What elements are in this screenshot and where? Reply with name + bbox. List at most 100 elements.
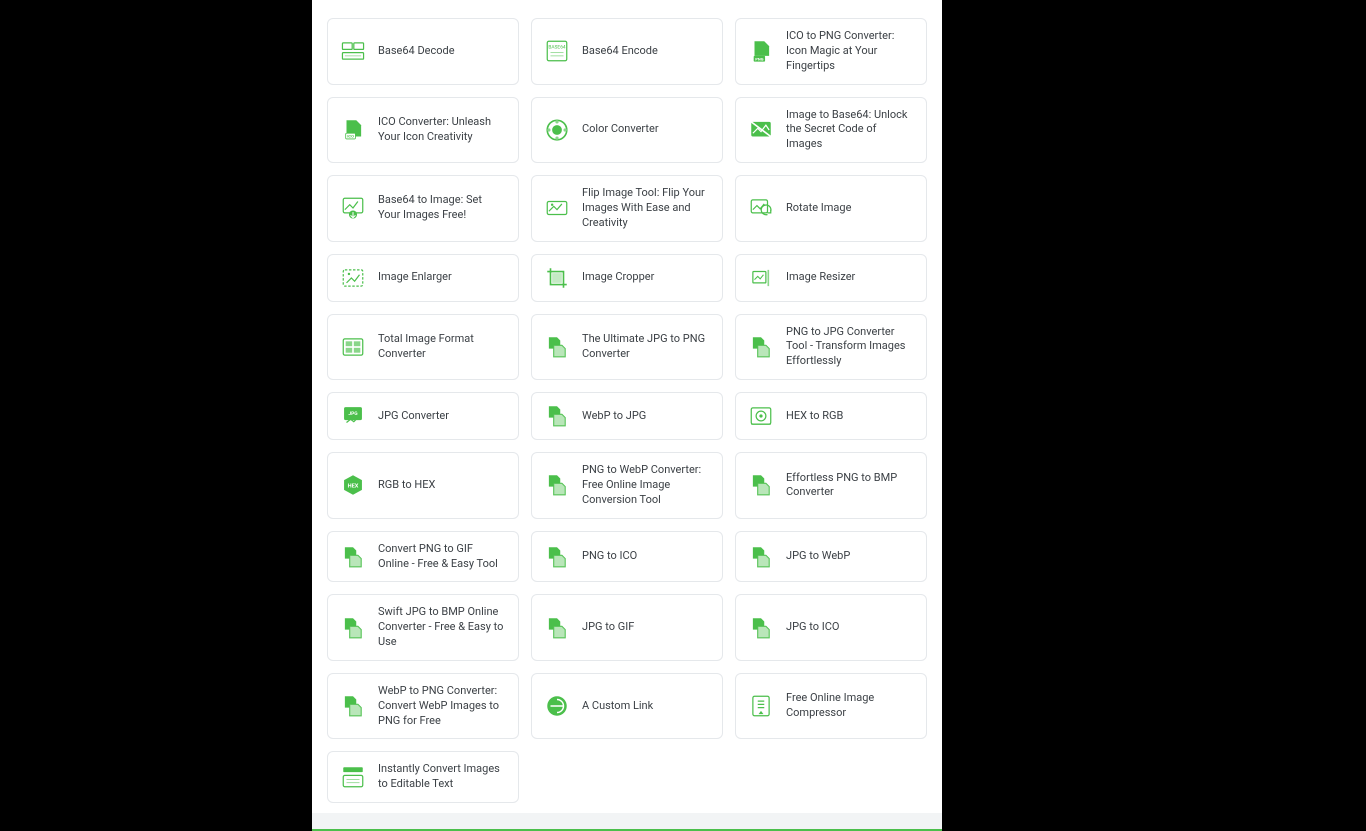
tool-card[interactable]: Base64 to Image: Set Your Images Free! xyxy=(327,175,519,242)
rotate-img-icon xyxy=(748,195,774,221)
tool-card[interactable]: HEX RGB to HEX xyxy=(327,452,519,519)
tools-grid: Base64 Decode BASE64 Base64 Encode PNG ICO t… xyxy=(327,18,927,803)
tool-label: Free Online Image Compressor xyxy=(786,691,914,721)
tool-label: Convert PNG to GIF Online - Free & Easy … xyxy=(378,542,506,572)
tool-label: JPG to GIF xyxy=(582,620,634,635)
tool-card[interactable]: Color Converter xyxy=(531,97,723,164)
tool-card[interactable]: Image to Base64: Unlock the Secret Code … xyxy=(735,97,927,164)
tool-card[interactable]: JPG to GIF xyxy=(531,594,723,661)
base64-img-icon xyxy=(340,195,366,221)
tool-label: ICO to PNG Converter: Icon Magic at Your… xyxy=(786,29,914,74)
tool-label: Base64 to Image: Set Your Images Free! xyxy=(378,193,506,223)
tool-label: WebP to PNG Converter: Convert WebP Imag… xyxy=(378,684,506,729)
jpg-png-icon xyxy=(544,334,570,360)
tool-label: Rotate Image xyxy=(786,201,851,216)
png-webp-icon xyxy=(544,472,570,498)
tool-label: JPG to ICO xyxy=(786,620,839,635)
total-fmt-icon xyxy=(340,334,366,360)
tool-card[interactable]: PNG to ICO xyxy=(531,531,723,583)
tool-label: PNG to ICO xyxy=(582,549,637,564)
svg-text:PNG: PNG xyxy=(755,57,763,62)
svg-text:ICO: ICO xyxy=(347,134,354,139)
svg-text:HEX: HEX xyxy=(348,484,359,490)
tool-label: PNG to JPG Converter Tool - Transform Im… xyxy=(786,325,914,370)
tool-card[interactable]: ICO ICO Converter: Unleash Your Icon Crea… xyxy=(327,97,519,164)
tool-label: HEX to RGB xyxy=(786,409,843,424)
tool-label: PNG to WebP Converter: Free Online Image… xyxy=(582,463,710,508)
base64-decode-icon xyxy=(340,38,366,64)
tool-card[interactable]: WebP to JPG xyxy=(531,392,723,440)
tool-label: Image Resizer xyxy=(786,270,855,285)
tool-card[interactable]: Image Enlarger xyxy=(327,254,519,302)
tool-label: Instantly Convert Images to Editable Tex… xyxy=(378,762,506,792)
tool-card[interactable]: Free Online Image Compressor xyxy=(735,673,927,740)
png-ico-icon xyxy=(544,544,570,570)
tool-label: Effortless PNG to BMP Converter xyxy=(786,471,914,501)
custom-link-icon xyxy=(544,693,570,719)
tool-card[interactable]: Instantly Convert Images to Editable Tex… xyxy=(327,751,519,803)
tool-card[interactable]: The Ultimate JPG to PNG Converter xyxy=(531,314,723,381)
tool-label: Image Cropper xyxy=(582,270,654,285)
tool-card[interactable]: Total Image Format Converter xyxy=(327,314,519,381)
tool-label: Base64 Decode xyxy=(378,44,455,59)
tool-card[interactable]: Convert PNG to GIF Online - Free & Easy … xyxy=(327,531,519,583)
jpg-webp-icon xyxy=(748,544,774,570)
webp-png-icon xyxy=(340,693,366,719)
img-base64-icon xyxy=(748,117,774,143)
rgb-hex-icon: HEX xyxy=(340,472,366,498)
ocr-icon xyxy=(340,764,366,790)
tool-card[interactable]: WebP to PNG Converter: Convert WebP Imag… xyxy=(327,673,519,740)
tools-page: Base64 Decode BASE64 Base64 Encode PNG ICO t… xyxy=(312,0,942,813)
tool-label: Flip Image Tool: Flip Your Images With E… xyxy=(582,186,710,231)
tool-label: Color Converter xyxy=(582,122,659,137)
ico-png-icon: PNG xyxy=(748,38,774,64)
tool-card[interactable]: BASE64 Base64 Encode xyxy=(531,18,723,85)
ico-convert-icon: ICO xyxy=(340,117,366,143)
webp-jpg-icon xyxy=(544,403,570,429)
png-jpg-icon xyxy=(748,334,774,360)
flip-img-icon xyxy=(544,195,570,221)
tool-card[interactable]: JPG to ICO xyxy=(735,594,927,661)
compress-icon xyxy=(748,693,774,719)
tool-card[interactable]: HEX to RGB xyxy=(735,392,927,440)
png-gif-icon xyxy=(340,544,366,570)
tool-label: Swift JPG to BMP Online Converter - Free… xyxy=(378,605,506,650)
tool-label: A Custom Link xyxy=(582,699,653,714)
tool-card[interactable]: Base64 Decode xyxy=(327,18,519,85)
footer-bar xyxy=(312,813,942,831)
enlarge-icon xyxy=(340,265,366,291)
tool-label: Base64 Encode xyxy=(582,44,658,59)
jpg-ico-icon xyxy=(748,615,774,641)
color-convert-icon xyxy=(544,117,570,143)
jpg-gif-icon xyxy=(544,615,570,641)
jpg-conv-icon: JPG xyxy=(340,403,366,429)
tool-label: ICO Converter: Unleash Your Icon Creativ… xyxy=(378,115,506,145)
svg-text:JPG: JPG xyxy=(348,411,358,417)
tool-card[interactable]: Rotate Image xyxy=(735,175,927,242)
base64-encode-icon: BASE64 xyxy=(544,38,570,64)
tool-card[interactable]: Swift JPG to BMP Online Converter - Free… xyxy=(327,594,519,661)
tool-card[interactable]: Effortless PNG to BMP Converter xyxy=(735,452,927,519)
tool-label: Image Enlarger xyxy=(378,270,452,285)
tool-card[interactable]: PNG ICO to PNG Converter: Icon Magic at Y… xyxy=(735,18,927,85)
tool-card[interactable]: Image Resizer xyxy=(735,254,927,302)
jpg-bmp-icon xyxy=(340,615,366,641)
tool-card[interactable]: Image Cropper xyxy=(531,254,723,302)
cropper-icon xyxy=(544,265,570,291)
tool-card[interactable]: PNG to JPG Converter Tool - Transform Im… xyxy=(735,314,927,381)
tool-label: RGB to HEX xyxy=(378,478,435,493)
tool-card[interactable]: JPG to WebP xyxy=(735,531,927,583)
tool-card[interactable]: JPG JPG Converter xyxy=(327,392,519,440)
resizer-icon xyxy=(748,265,774,291)
tool-label: Total Image Format Converter xyxy=(378,332,506,362)
tool-label: WebP to JPG xyxy=(582,409,646,424)
tool-label: JPG Converter xyxy=(378,409,449,424)
tool-label: The Ultimate JPG to PNG Converter xyxy=(582,332,710,362)
png-bmp-icon xyxy=(748,472,774,498)
tool-label: JPG to WebP xyxy=(786,549,850,564)
tool-card[interactable]: A Custom Link xyxy=(531,673,723,740)
tool-label: Image to Base64: Unlock the Secret Code … xyxy=(786,108,914,153)
tool-card[interactable]: Flip Image Tool: Flip Your Images With E… xyxy=(531,175,723,242)
tool-card[interactable]: PNG to WebP Converter: Free Online Image… xyxy=(531,452,723,519)
hex-rgb-icon xyxy=(748,403,774,429)
